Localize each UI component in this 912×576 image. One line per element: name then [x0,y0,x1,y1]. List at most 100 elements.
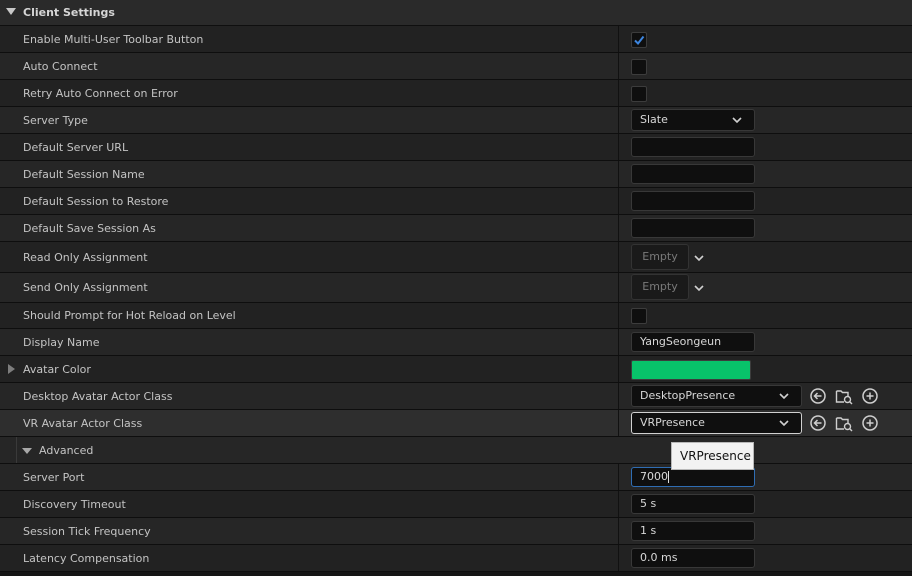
row-label: Server Port [23,471,85,484]
row-auto-connect: Auto Connect [0,53,912,80]
collapse-triangle-icon[interactable] [6,8,16,15]
latency-compensation-input[interactable]: 0.0 ms [631,548,755,568]
row-retry-auto-connect: Retry Auto Connect on Error [0,80,912,107]
column-divider[interactable] [618,80,619,106]
vr-avatar-class-picker[interactable]: VRPresence [631,412,802,434]
row-read-only-assignment: Read Only Assignment Empty [0,242,912,273]
row-label: Send Only Assignment [23,281,148,294]
toolbar-button-checkbox[interactable] [631,32,647,48]
row-label: Should Prompt for Hot Reload on Level [23,309,236,322]
tooltip-popup: VRPresence [671,442,754,470]
default-server-url-input[interactable] [631,137,755,157]
row-label: Enable Multi-User Toolbar Button [23,33,204,46]
use-selected-icon[interactable] [809,414,827,432]
avatar-color-swatch[interactable] [631,360,751,380]
row-label: Default Server URL [23,141,129,154]
hot-reload-prompt-checkbox[interactable] [631,308,647,324]
column-divider[interactable] [618,303,619,328]
row-default-save-session: Default Save Session As [0,215,912,242]
row-session-tick: Session Tick Frequency 1 s [0,518,912,545]
display-name-input[interactable]: YangSeongeun [631,332,755,352]
chevron-down-icon[interactable] [694,254,704,262]
row-discovery-timeout: Discovery Timeout 5 s [0,491,912,518]
row-display-name: Display Name YangSeongeun [0,329,912,356]
row-desktop-avatar: Desktop Avatar Actor Class DesktopPresen… [0,383,912,410]
row-label: Server Type [23,114,88,127]
desktop-avatar-class-picker[interactable]: DesktopPresence [631,385,802,407]
collapse-triangle-icon[interactable] [22,448,32,454]
row-server-port: Server Port 7000 [0,464,912,491]
add-new-icon[interactable] [861,414,879,432]
column-divider[interactable] [618,464,619,490]
column-divider[interactable] [618,383,619,409]
row-label: Avatar Color [23,363,91,376]
row-label: VR Avatar Actor Class [23,417,143,430]
column-divider[interactable] [618,329,619,355]
server-type-dropdown[interactable]: Slate [631,109,755,131]
column-divider[interactable] [618,26,619,52]
picker-value: DesktopPresence [640,389,736,402]
use-selected-icon[interactable] [809,387,827,405]
column-divider[interactable] [618,161,619,187]
text-caret [668,471,669,483]
column-divider[interactable] [618,107,619,133]
discovery-timeout-input[interactable]: 5 s [631,494,755,514]
checkmark-icon [634,35,645,46]
column-divider[interactable] [618,215,619,241]
send-only-assignment-field[interactable]: Empty [631,274,689,300]
row-label: Latency Compensation [23,552,150,565]
row-label: Auto Connect [23,60,98,73]
default-save-session-input[interactable] [631,218,755,238]
chevron-down-icon [779,393,789,400]
row-avatar-color: Avatar Color [0,356,912,383]
read-only-assignment-field[interactable]: Empty [631,244,689,270]
row-label: Default Session to Restore [23,195,169,208]
default-session-name-input[interactable] [631,164,755,184]
row-vr-avatar: VR Avatar Actor Class VRPresence [0,410,912,437]
section-header-client-settings[interactable]: Client Settings [0,0,912,26]
row-label: Default Save Session As [23,222,156,235]
column-divider[interactable] [618,188,619,214]
column-divider[interactable] [618,491,619,517]
row-default-session-name: Default Session Name [0,161,912,188]
session-tick-input[interactable]: 1 s [631,521,755,541]
retry-auto-connect-checkbox[interactable] [631,86,647,102]
row-label: Read Only Assignment [23,251,148,264]
subsection-header-advanced[interactable]: Advanced [0,437,912,464]
row-default-server-url: Default Server URL [0,134,912,161]
auto-connect-checkbox[interactable] [631,59,647,75]
column-divider[interactable] [618,545,619,571]
column-divider[interactable] [618,53,619,79]
add-new-icon[interactable] [861,387,879,405]
expand-arrow-icon[interactable] [8,364,15,374]
indent-guide [16,437,17,463]
input-value: 7000 [640,470,668,483]
row-label: Session Tick Frequency [23,525,151,538]
browse-asset-icon[interactable] [835,387,853,405]
row-send-only-assignment: Send Only Assignment Empty [0,273,912,303]
row-latency-compensation: Latency Compensation 0.0 ms [0,545,912,572]
column-divider[interactable] [618,242,619,272]
server-port-input[interactable]: 7000 [631,467,755,487]
chevron-down-icon [732,117,742,124]
column-divider[interactable] [618,410,619,436]
browse-asset-icon[interactable] [835,414,853,432]
column-divider[interactable] [618,273,619,302]
row-server-type: Server Type Slate [0,107,912,134]
section-title: Client Settings [23,6,115,19]
row-toolbar-button: Enable Multi-User Toolbar Button [0,26,912,53]
chevron-down-icon [779,420,789,427]
row-hot-reload-prompt: Should Prompt for Hot Reload on Level [0,303,912,329]
row-label: Retry Auto Connect on Error [23,87,178,100]
default-session-restore-input[interactable] [631,191,755,211]
column-divider[interactable] [618,356,619,382]
dropdown-value: Slate [640,113,668,126]
row-label: Default Session Name [23,168,145,181]
subsection-title: Advanced [39,444,94,457]
row-label: Desktop Avatar Actor Class [23,390,173,403]
chevron-down-icon[interactable] [694,284,704,292]
column-divider[interactable] [618,134,619,160]
row-default-session-restore: Default Session to Restore [0,188,912,215]
column-divider[interactable] [618,518,619,544]
row-label: Discovery Timeout [23,498,126,511]
